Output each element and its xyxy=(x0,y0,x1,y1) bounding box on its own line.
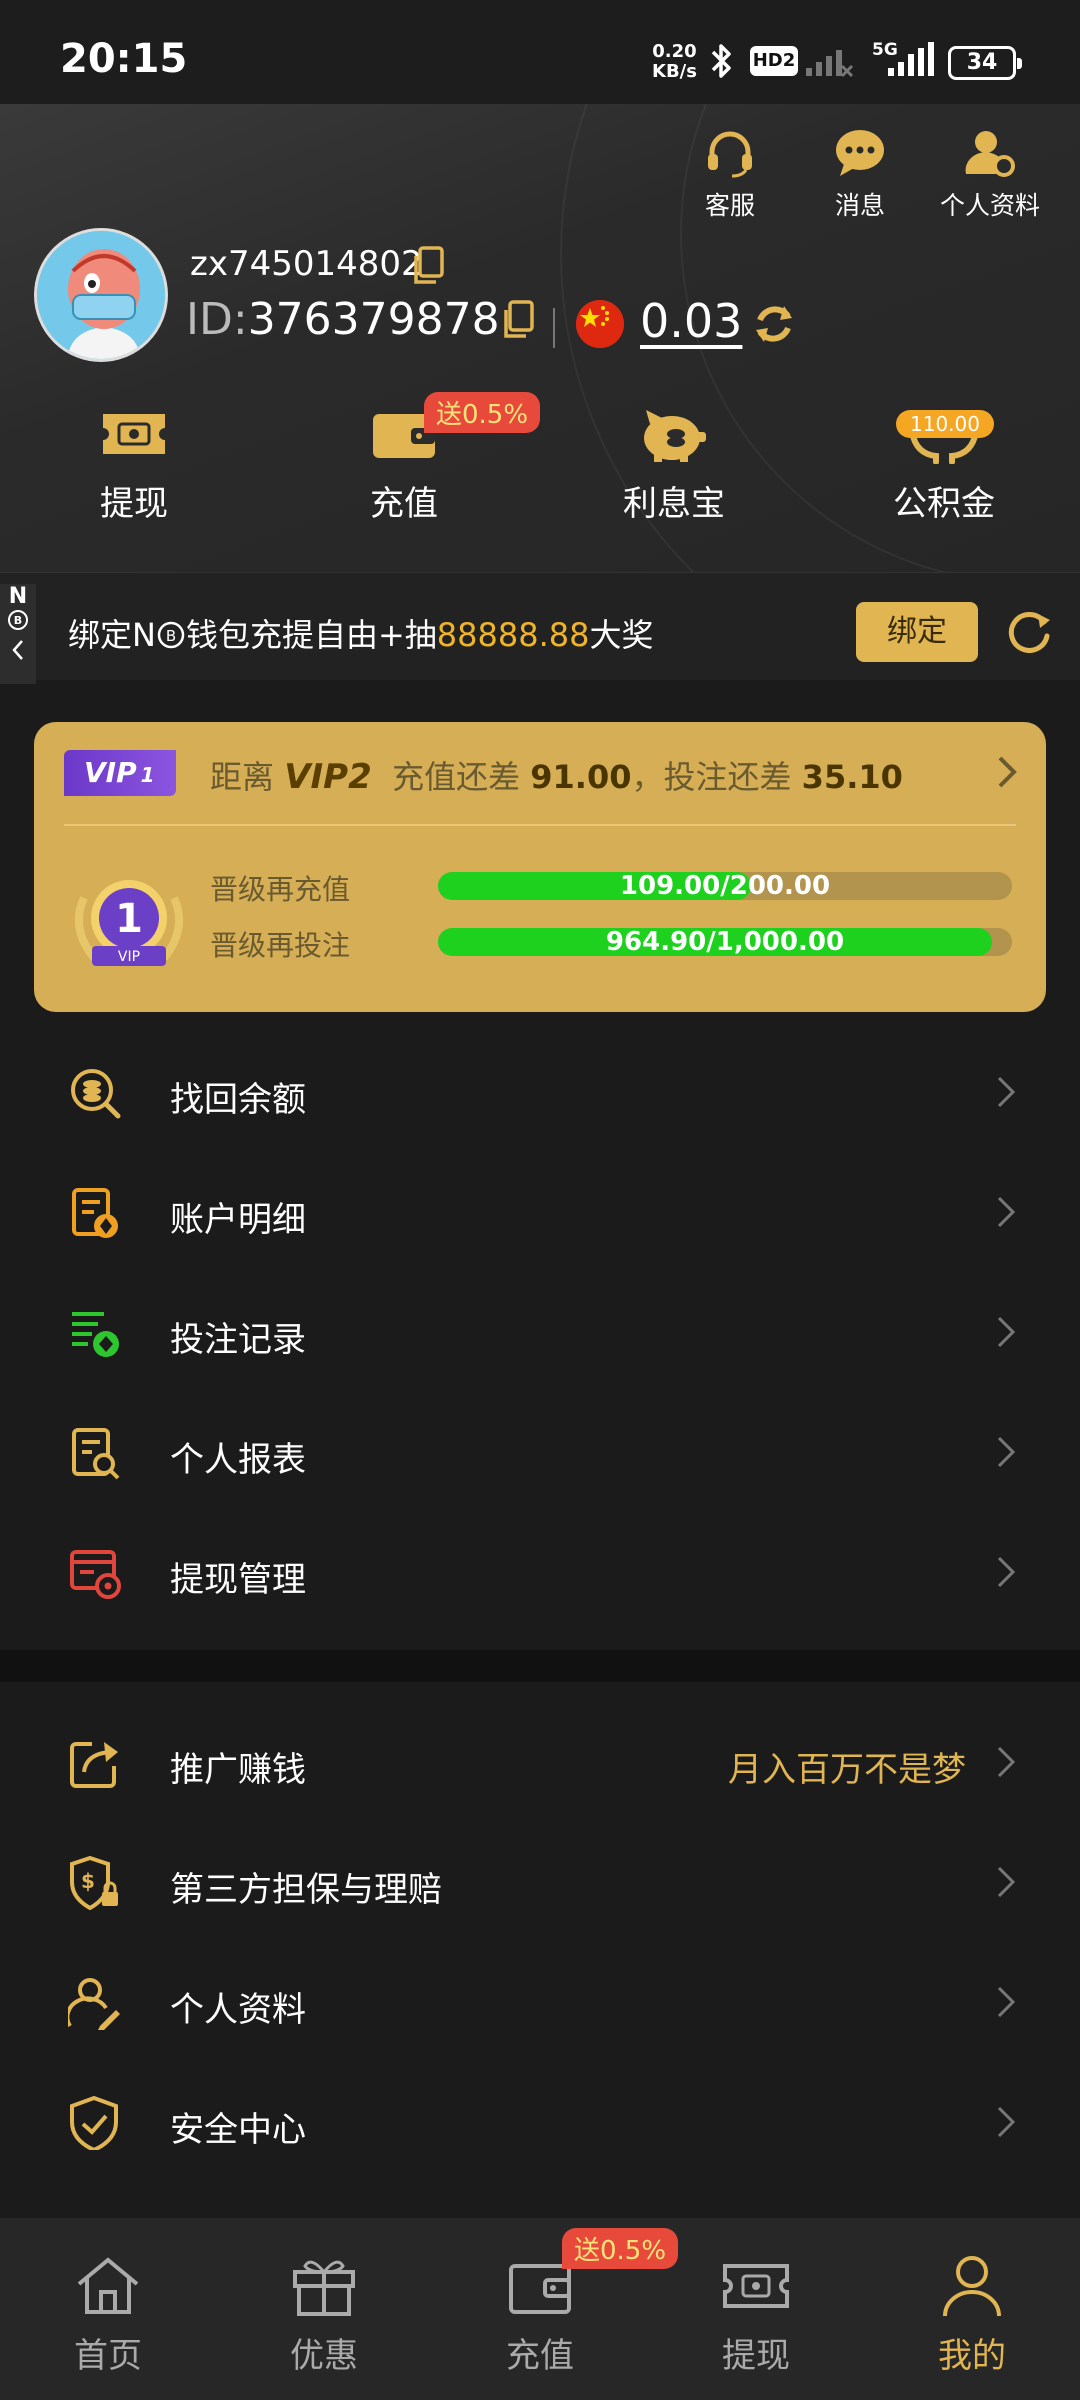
promote-slogan: 月入百万不是梦 xyxy=(728,1750,966,1790)
username: zx745014802 xyxy=(190,244,423,284)
withdraw-manage-icon xyxy=(70,1550,121,1599)
chevron-right-icon xyxy=(998,756,1017,788)
chevron-right-icon xyxy=(997,1746,1016,1778)
profile-header: 客服 消息 个人资料 zx745014802 ID:376379878 0.03… xyxy=(0,104,1080,572)
report-search-icon xyxy=(72,1428,120,1480)
menu-promote-earn[interactable]: 推广赚钱 月入百万不是梦 xyxy=(0,1702,1080,1822)
interest-treasure-button[interactable]: 利息宝 xyxy=(574,404,774,525)
hd-voice-badge: HD2 xyxy=(750,46,798,76)
bet-progress-label: 晋级再投注 xyxy=(210,929,351,962)
withdraw-ticket-icon xyxy=(103,414,165,454)
bottom-nav: 首页 优惠 充值 送0.5% 提现 我的 xyxy=(0,2218,1080,2400)
signal-weak-icon xyxy=(806,50,854,78)
section-divider xyxy=(0,1650,1080,1682)
account-menu: 找回余额 账户明细 投注记录 个人报表 提现管理 xyxy=(0,1032,1080,1632)
vip-upgrade-summary: 距离 VIP2 充值还差 91.00，投注还差 35.10 xyxy=(210,757,903,797)
shield-dollar-lock-icon: $ xyxy=(70,1856,118,1910)
signal-strong-icon xyxy=(888,42,934,76)
chevron-right-icon xyxy=(997,1316,1016,1348)
account-detail-icon xyxy=(72,1188,118,1238)
chevron-right-icon xyxy=(997,1436,1016,1468)
user-edit-icon xyxy=(68,1978,120,2030)
nav-promotions[interactable]: 优惠 xyxy=(244,2254,404,2377)
balance-amount[interactable]: 0.03 xyxy=(640,294,742,348)
avatar[interactable] xyxy=(34,228,168,362)
vip-level-tag: VIP 1 xyxy=(64,750,176,796)
chevron-right-icon xyxy=(997,1556,1016,1588)
network-speed: 0.20 KB/s xyxy=(652,41,697,82)
chat-bubble-icon xyxy=(836,130,884,176)
home-icon xyxy=(77,2257,139,2314)
chevron-right-icon xyxy=(997,1196,1016,1228)
menu-recover-balance[interactable]: 找回余额 xyxy=(0,1032,1080,1152)
fund-amount-badge: 110.00 xyxy=(896,410,994,438)
headset-icon xyxy=(708,131,752,178)
nav-recharge[interactable]: 充值 xyxy=(460,2254,620,2377)
status-time: 20:15 xyxy=(60,36,188,82)
profile-button[interactable]: 个人资料 xyxy=(930,128,1050,222)
battery-indicator: 34 xyxy=(948,46,1022,80)
svg-text:$: $ xyxy=(81,1869,95,1893)
bind-button[interactable]: 绑定 xyxy=(856,602,978,662)
vip-divider xyxy=(64,824,1016,826)
shield-check-icon xyxy=(70,2096,118,2150)
menu-personal-report[interactable]: 个人报表 xyxy=(0,1392,1080,1512)
chevron-right-icon xyxy=(997,1986,1016,2018)
svg-text:B: B xyxy=(14,614,22,627)
menu-account-details[interactable]: 账户明细 xyxy=(0,1152,1080,1272)
china-flag-icon xyxy=(576,300,624,348)
avatar-image xyxy=(37,231,165,359)
svg-text:VIP: VIP xyxy=(118,949,140,965)
vip-medal-icon: 1 VIP xyxy=(74,880,184,966)
divider xyxy=(553,308,555,348)
recharge-bonus-badge: 送0.5% xyxy=(424,392,541,433)
recharge-progress-bar: 109.00/200.00 xyxy=(438,872,1012,900)
search-coin-icon xyxy=(71,1069,121,1119)
refresh-icon[interactable] xyxy=(1004,608,1054,658)
user-settings-icon xyxy=(965,131,1015,177)
bluetooth-icon xyxy=(711,44,731,78)
share-icon xyxy=(70,1742,118,1788)
svg-text:1: 1 xyxy=(115,896,143,942)
menu-third-party-guarantee[interactable]: $ 第三方担保与理赔 xyxy=(0,1822,1080,1942)
status-bar: 20:15 0.20 KB/s HD2 5G 34 xyxy=(0,0,1080,104)
chevron-right-icon xyxy=(997,1866,1016,1898)
nav-home[interactable]: 首页 xyxy=(28,2254,188,2377)
menu-withdraw-management[interactable]: 提现管理 xyxy=(0,1512,1080,1632)
quick-withdraw-button[interactable]: 提现 xyxy=(34,404,234,525)
user-icon xyxy=(943,2256,1001,2317)
piggy-bank-icon xyxy=(644,410,706,462)
customer-service-button[interactable]: 客服 xyxy=(670,128,790,222)
n-coin-icon: B xyxy=(157,621,185,649)
menu-personal-info[interactable]: 个人资料 xyxy=(0,1942,1080,2062)
service-menu: 推广赚钱 月入百万不是梦 $ 第三方担保与理赔 个人资料 安全中心 xyxy=(0,1702,1080,2302)
vip-card[interactable]: VIP 1 距离 VIP2 充值还差 91.00，投注还差 35.10 1 VIP… xyxy=(34,722,1046,1012)
recharge-progress-label: 晋级再充值 xyxy=(210,873,351,906)
gift-icon xyxy=(293,2260,355,2316)
bet-record-icon xyxy=(72,1312,119,1357)
chevron-left-icon xyxy=(12,640,23,660)
svg-text:B: B xyxy=(166,627,176,645)
side-float-tab[interactable]: N B xyxy=(0,584,36,684)
bind-promo-text: 绑定N B 钱包充提自由+抽88888.88大奖 xyxy=(68,616,654,654)
copy-icon[interactable] xyxy=(410,246,446,286)
menu-security-center[interactable]: 安全中心 xyxy=(0,2062,1080,2182)
withdraw-ticket-icon xyxy=(723,2264,789,2308)
messages-button[interactable]: 消息 xyxy=(800,128,920,222)
n-coin-icon: B xyxy=(8,610,28,630)
bet-progress-bar: 964.90/1,000.00 xyxy=(438,928,1012,956)
nav-withdraw[interactable]: 提现 xyxy=(676,2254,836,2377)
refresh-balance-icon[interactable] xyxy=(752,302,796,346)
nav-recharge-bonus-badge: 送0.5% xyxy=(562,2228,679,2269)
nav-my-account[interactable]: 我的 xyxy=(892,2254,1052,2377)
menu-bet-records[interactable]: 投注记录 xyxy=(0,1272,1080,1392)
user-id: ID:376379878 xyxy=(186,294,500,345)
copy-id-icon[interactable] xyxy=(500,300,536,340)
chevron-right-icon xyxy=(997,2106,1016,2138)
chevron-right-icon xyxy=(997,1076,1016,1108)
